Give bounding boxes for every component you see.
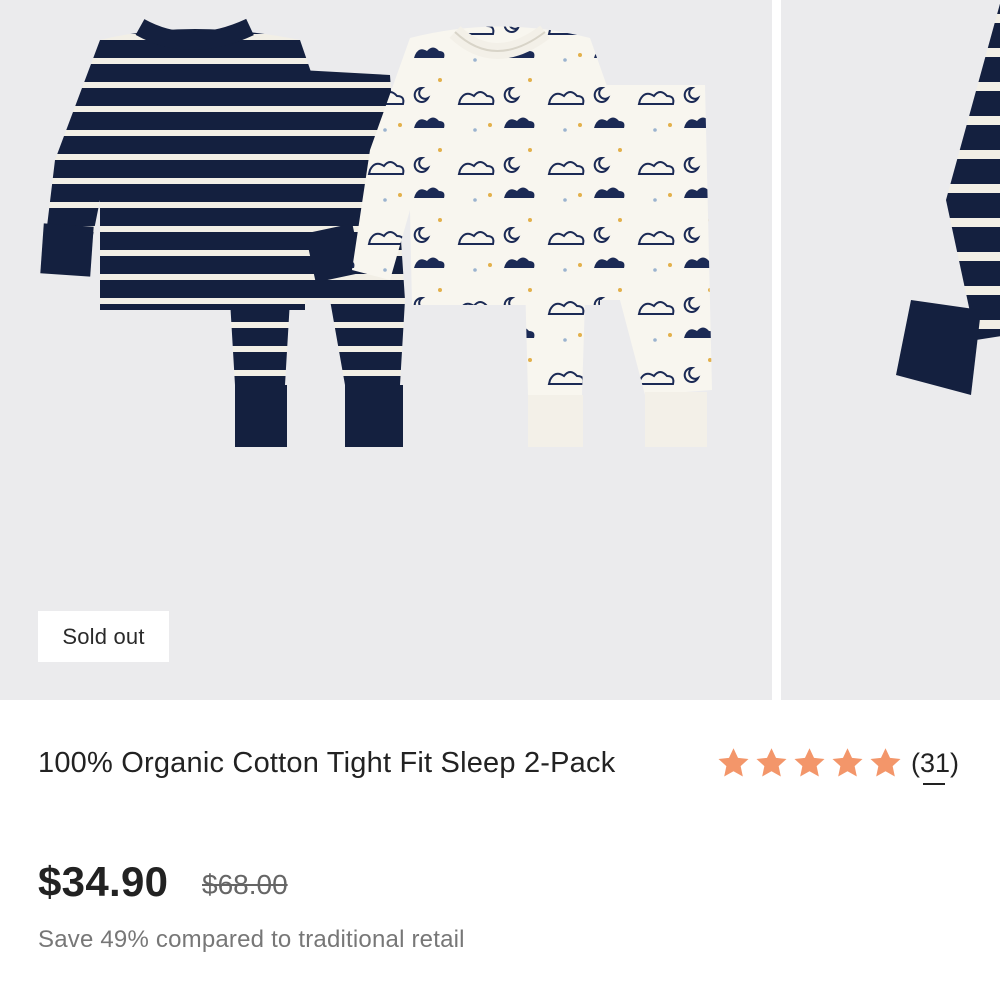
product-image-carousel[interactable]: Sold out xyxy=(0,0,1000,700)
original-price: $68.00 xyxy=(202,869,288,900)
pajama-set-illustration xyxy=(40,18,712,447)
navy-striped-top xyxy=(40,18,363,310)
sleeve-closeup-illustration xyxy=(896,3,1000,395)
product-image-next[interactable] xyxy=(781,0,1000,700)
star-icon xyxy=(718,747,749,776)
rating-summary[interactable]: (31) xyxy=(716,741,959,785)
star-icon xyxy=(870,747,901,776)
review-count-underline xyxy=(923,782,946,785)
sold-out-badge: Sold out xyxy=(38,611,169,662)
star-icon xyxy=(794,747,825,776)
review-count-text: (31) xyxy=(911,747,960,778)
star-rating xyxy=(716,746,903,781)
star-icon xyxy=(832,747,863,776)
star-icon xyxy=(756,747,787,776)
savings-note: Save 49% compared to traditional retail xyxy=(38,926,465,953)
product-image-main[interactable]: Sold out xyxy=(0,0,772,700)
product-title[interactable]: 100% Organic Cotton Tight Fit Sleep 2-Pa… xyxy=(38,740,638,786)
sale-price: $34.90 xyxy=(38,858,169,905)
review-count-link[interactable]: (31) xyxy=(911,747,960,785)
